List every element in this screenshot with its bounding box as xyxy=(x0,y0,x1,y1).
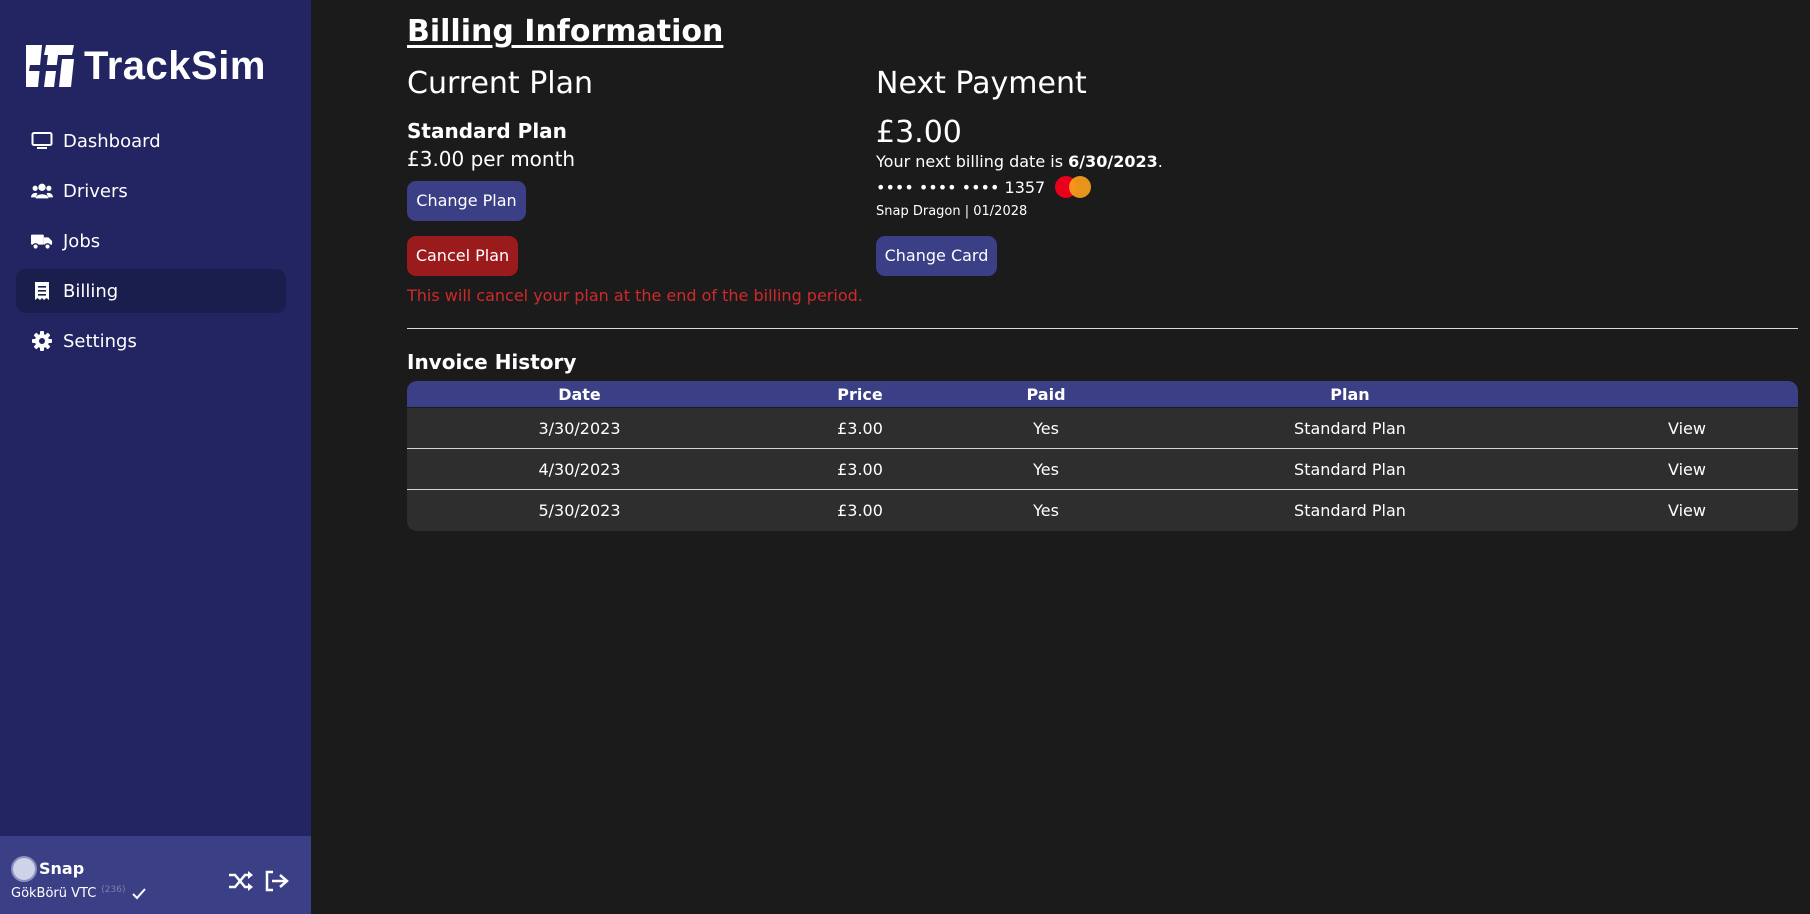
billing-date-prefix: Your next billing date is xyxy=(876,152,1069,171)
table-header: Date Price Paid Plan xyxy=(407,381,1798,408)
invoice-paid: Yes xyxy=(1033,501,1059,520)
card-number: •••• •••• •••• 1357 xyxy=(876,177,1046,197)
current-plan-heading: Current Plan xyxy=(407,66,594,101)
cancel-warning: This will cancel your plan at the end of… xyxy=(407,286,863,305)
sidebar-item-label: Dashboard xyxy=(63,130,161,152)
invoice-price: £3.00 xyxy=(837,459,883,479)
column-header-paid: Paid xyxy=(1026,384,1066,404)
card-holder: Snap Dragon | 01/2028 xyxy=(876,204,1028,219)
invoice-plan: Standard Plan xyxy=(1294,459,1406,479)
column-header-plan: Plan xyxy=(1330,384,1370,404)
sidebar-item-dashboard[interactable]: Dashboard xyxy=(16,119,286,163)
sidebar: TrackSim Dashboard Drivers Jobs Billing xyxy=(0,0,311,914)
sidebar-item-billing[interactable]: Billing xyxy=(16,269,286,313)
invoice-price: £3.00 xyxy=(837,418,883,438)
logo[interactable]: TrackSim xyxy=(22,40,266,92)
sidebar-item-drivers[interactable]: Drivers xyxy=(16,169,286,213)
column-header-price: Price xyxy=(837,384,883,404)
shuffle-icon xyxy=(229,871,253,891)
user-company: GökBörü VTC (236) xyxy=(11,884,146,901)
invoice-history-heading: Invoice History xyxy=(407,350,577,374)
change-card-button[interactable]: Change Card xyxy=(876,236,997,276)
section-divider xyxy=(407,328,1798,329)
table-row: 4/30/2023 £3.00 Yes Standard Plan View xyxy=(407,449,1798,490)
gear-icon xyxy=(31,330,53,352)
view-invoice-link[interactable]: View xyxy=(1576,419,1798,438)
sidebar-nav: Dashboard Drivers Jobs Billing Settings xyxy=(16,119,286,369)
plan-name: Standard Plan xyxy=(407,119,567,143)
change-plan-button[interactable]: Change Plan xyxy=(407,181,526,221)
view-invoice-link[interactable]: View xyxy=(1576,501,1798,520)
cancel-plan-button[interactable]: Cancel Plan xyxy=(407,236,518,276)
page-title: Billing Information xyxy=(407,14,724,49)
sidebar-item-label: Drivers xyxy=(63,180,128,202)
next-billing-date: Your next billing date is 6/30/2023. xyxy=(876,152,1376,171)
logo-text: TrackSim xyxy=(84,43,266,88)
view-invoice-link[interactable]: View xyxy=(1576,460,1798,479)
avatar[interactable] xyxy=(11,856,37,882)
receipt-icon xyxy=(31,280,53,302)
invoice-paid: Yes xyxy=(1033,459,1059,479)
invoice-plan: Standard Plan xyxy=(1294,418,1406,438)
mastercard-icon xyxy=(1055,176,1092,198)
sidebar-item-jobs[interactable]: Jobs xyxy=(16,219,286,263)
next-payment-heading: Next Payment xyxy=(876,66,1087,101)
users-icon xyxy=(31,180,53,202)
sidebar-item-label: Billing xyxy=(63,280,119,302)
card-info: •••• •••• •••• 1357 xyxy=(876,174,1376,200)
user-actions xyxy=(228,868,290,894)
table-row: 5/30/2023 £3.00 Yes Standard Plan View xyxy=(407,490,1798,531)
sidebar-item-settings[interactable]: Settings xyxy=(16,319,286,363)
invoice-table: Date Price Paid Plan 3/30/2023 £3.00 Yes… xyxy=(407,381,1798,531)
sidebar-item-label: Settings xyxy=(63,330,137,352)
invoice-date: 5/30/2023 xyxy=(538,501,621,520)
invoice-plan: Standard Plan xyxy=(1294,501,1406,520)
company-id: (236) xyxy=(101,884,126,895)
billing-date-value: 6/30/2023 xyxy=(1068,152,1158,171)
monitor-icon xyxy=(31,130,53,152)
table-row: 3/30/2023 £3.00 Yes Standard Plan View xyxy=(407,408,1798,449)
billing-date-suffix: . xyxy=(1157,152,1163,171)
payment-amount: £3.00 xyxy=(876,115,962,150)
switch-company-button[interactable] xyxy=(228,868,254,894)
invoice-price: £3.00 xyxy=(837,501,883,520)
invoice-paid: Yes xyxy=(1033,418,1059,438)
logout-button[interactable] xyxy=(264,868,290,894)
logout-icon xyxy=(265,870,289,892)
column-header-date: Date xyxy=(558,384,601,404)
sidebar-item-label: Jobs xyxy=(63,230,101,252)
invoice-date: 3/30/2023 xyxy=(538,418,621,438)
plan-price: £3.00 per month xyxy=(407,147,576,171)
current-plan-section: Current Plan Standard Plan £3.00 per mon… xyxy=(407,66,867,305)
company-name: GökBörü VTC xyxy=(11,886,97,901)
invoice-date: 4/30/2023 xyxy=(538,459,621,479)
truck-icon xyxy=(31,230,53,252)
next-payment-section: Next Payment £3.00 Your next billing dat… xyxy=(876,66,1376,276)
tracksim-logo-icon xyxy=(26,45,74,87)
user-name: Snap xyxy=(39,859,85,878)
check-icon xyxy=(131,887,146,899)
